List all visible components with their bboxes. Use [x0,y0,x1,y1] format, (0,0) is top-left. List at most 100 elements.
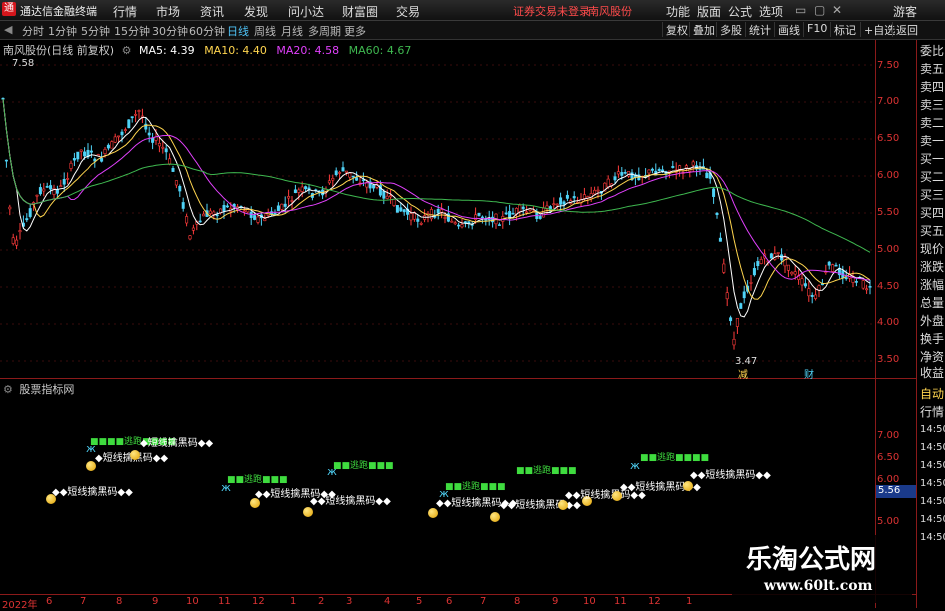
quote-label: 外盘 [920,314,945,328]
candle-body [616,171,620,175]
candle-body [399,207,403,212]
x-tick: 12 [252,596,265,607]
sub-panel-header: ⚙ 股票指标网 [3,381,74,397]
button-fuquan[interactable]: 复权 [662,22,691,37]
coin-icon [490,512,500,522]
candle-body [596,189,600,192]
candle-body [491,216,495,223]
candle-body [198,220,202,223]
candle-body [844,277,848,280]
menu-gongneng[interactable]: 功能 [666,3,690,20]
quote-label: 涨跌 [920,260,945,274]
tab-monthly[interactable]: 月线 [281,23,303,39]
menu-shichang[interactable]: 市场 [156,3,180,20]
button-tongji[interactable]: 统计 [745,22,774,37]
close-icon[interactable]: ✕ [832,3,842,17]
candle-body [572,196,576,199]
x-tick: 6 [446,596,453,607]
x-tick: 2 [318,596,325,607]
candle-body [565,194,569,199]
quote-label: 买二 [920,170,945,184]
tab-15min[interactable]: 15分钟 [114,23,150,39]
quote-label: 总量 [920,296,945,310]
candle-body [28,208,32,217]
button-biaoji[interactable]: 标记 [830,22,859,37]
kline-chart[interactable] [0,40,875,378]
candle-body [110,141,114,149]
candle-body [276,205,280,211]
menu-jiaoyi[interactable]: 交易 [396,3,420,20]
menu-hangqing[interactable]: 行情 [113,3,137,20]
candle-body [327,180,331,184]
tab-5min[interactable]: 5分钟 [81,23,110,39]
tab-fenshi[interactable]: 分时 [22,23,44,39]
login-alert[interactable]: 证券交易未登录 [513,3,590,19]
tab-more[interactable]: 更多 [344,23,366,39]
candle-body [752,268,756,276]
escape-marker: ■■逃跑■■■ [516,466,577,476]
ma20-line [2,98,871,281]
candle-body [113,136,117,143]
tab-30min[interactable]: 30分钟 [152,23,188,39]
candle-body [188,235,192,240]
escape-marker: ■■逃跑■■■ [445,482,506,492]
restore-icon[interactable]: ▢ [814,3,825,17]
tick-time: 14:50 [920,496,945,507]
tab-auto[interactable]: 自动 [920,385,944,402]
menu-faxian[interactable]: 发现 [244,3,268,20]
menu-caifuquan[interactable]: 财富圈 [342,3,378,20]
button-duogu[interactable]: 多股 [716,22,745,37]
candle-body [511,212,515,215]
x-tick: 10 [583,596,596,607]
candle-body [106,144,110,149]
menu-banmian[interactable]: 版面 [697,3,721,20]
candle-body [783,256,787,267]
candle-body [807,288,811,297]
candle-body [69,162,73,169]
button-back[interactable]: 返回 [892,22,921,37]
quote-label: 卖三 [920,98,945,112]
candle-body [79,149,83,152]
button-f10[interactable]: F10 [803,22,830,37]
tab-60min[interactable]: 60分钟 [189,23,225,39]
candle-body [552,203,556,206]
candle-body [582,194,586,199]
y-tick: 7.50 [877,60,900,71]
candle-body [246,209,250,213]
tab-quote[interactable]: 行情 [920,403,944,420]
candle-body [134,113,138,116]
tick-time: 14:50 [920,460,945,471]
candle-body [538,216,542,219]
back-arrow-icon[interactable]: ◀ [4,23,12,36]
tab-1min[interactable]: 1分钟 [48,23,77,39]
chart-right-border [875,40,876,608]
tab-daily[interactable]: 日线 [227,23,249,39]
candle-body [712,188,716,197]
candle-body [416,218,420,222]
candle-body [127,119,131,129]
y-tick: 7.00 [877,96,900,107]
candle-body [409,213,413,221]
button-diejia[interactable]: 叠加 [689,22,718,37]
candle-body [334,170,338,176]
current-stock-name: 南风股份 [588,5,632,18]
guest-login[interactable]: 游客 [893,3,917,20]
menu-gongshi[interactable]: 公式 [728,3,752,20]
event-label-jian[interactable]: 减 [738,366,748,381]
button-huaxian[interactable]: 画线 [774,22,803,37]
menu-wenxiaoda[interactable]: 问小达 [288,3,324,20]
candle-body [729,317,733,322]
candle-body [810,295,814,297]
candle-body [691,161,695,166]
event-label-cai[interactable]: 财 [804,366,814,381]
watermark-url: www.60lt.com [764,578,873,594]
x-tick: 8 [116,596,123,607]
menu-xuanxiang[interactable]: 选项 [759,3,783,20]
minimize-icon[interactable]: ▭ [795,3,806,17]
tab-multi-period[interactable]: 多周期 [308,23,341,39]
menu-zixun[interactable]: 资讯 [200,3,224,20]
gear-icon[interactable]: ⚙ [3,383,13,396]
candle-body [647,169,651,174]
candle-body [123,129,127,131]
tab-weekly[interactable]: 周线 [254,23,276,39]
